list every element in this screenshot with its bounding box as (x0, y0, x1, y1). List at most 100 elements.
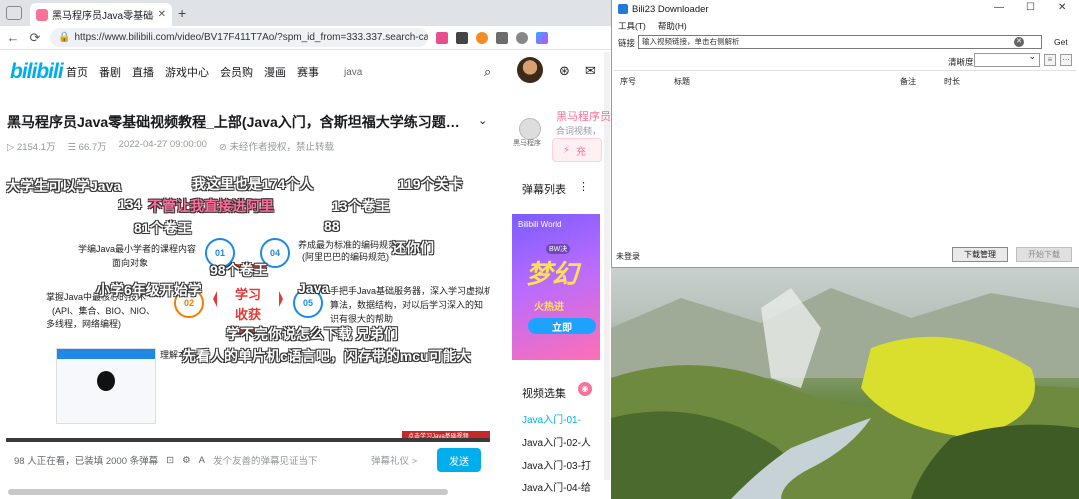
online-count: 98 人正在看，已装填 2000 条弹幕 (14, 456, 159, 467)
uploader-avatar[interactable] (519, 118, 541, 140)
extension-icon[interactable] (456, 31, 468, 44)
danmaku-toggle-icon[interactable]: ⊡ (166, 455, 174, 466)
bilibili-logo[interactable]: bilibili (10, 60, 66, 84)
slide-text: 多线程，网络编程) (46, 319, 121, 329)
tab-actions-icon[interactable] (6, 6, 22, 20)
download-manager-button[interactable]: 下载管理 (952, 247, 1008, 262)
extension-icon[interactable] (496, 31, 508, 44)
column-duration: 时长 (944, 77, 960, 86)
danmaku-comment: 81个卷王 (134, 220, 192, 236)
back-icon[interactable]: ← (6, 30, 20, 45)
danmaku-comment: Java (298, 280, 330, 296)
address-bar: ← ⟳ 🔒 https://www.bilibili.com/video/BV1… (0, 26, 611, 50)
slide-text: 学编Java最小学者的课程内容 (78, 244, 197, 254)
refresh-icon[interactable]: ⟳ (28, 30, 42, 46)
login-status: 未登录 (616, 252, 640, 261)
downloader-window: Bili23 Downloader — ☐ ✕ 工具(T) 帮助(H) 链接 输… (611, 0, 1079, 268)
slide-text: 手把手Java基础服务器，深入学习虚拟机， (330, 286, 490, 296)
search-icon[interactable]: ⌕ (484, 64, 491, 80)
minimize-icon[interactable]: — (994, 2, 1004, 13)
search-input[interactable]: java (344, 67, 484, 78)
ad-subline: 火热进 (534, 302, 564, 313)
ad-cta-button[interactable]: 立即 (528, 318, 596, 334)
player-progress-bar[interactable] (6, 438, 490, 442)
publish-date: 2022-04-27 09:00:00 (118, 139, 207, 150)
episode-item[interactable]: Java入门-04-给 (522, 479, 602, 494)
video-list[interactable]: 序号 标题 备注 时长 (614, 70, 1076, 244)
column-title: 标题 (674, 77, 690, 86)
tab-bar: 黑马程序员Java零基础视频 ✕ + (0, 0, 611, 26)
desktop-wallpaper (611, 268, 1079, 499)
menu-tools[interactable]: 工具(T) (618, 20, 646, 32)
copilot-icon[interactable] (536, 31, 548, 44)
view-count: ▷ 2154.1万 (7, 142, 56, 153)
parse-button[interactable]: Get (1054, 37, 1068, 47)
video-player[interactable]: itheima.com 学编Java最小学者的课程内容 面向对象 养成最为标准的… (6, 154, 490, 442)
url-text: https://www.bilibili.com/video/BV17F411T… (74, 32, 428, 43)
danmaku-comment: 134 (118, 196, 142, 212)
quality-select[interactable] (974, 51, 1040, 67)
episode-item[interactable]: Java入门-03-打 (522, 457, 602, 472)
ad-banner[interactable]: Bilibili World BW决 梦幻 火热进 立即 (512, 214, 600, 360)
nav-anime[interactable]: 番剧 (99, 64, 121, 80)
slide-text: (阿里巴巴的编码规范) (302, 252, 389, 262)
app-icon (618, 4, 628, 14)
chevron-down-icon[interactable]: ⌄ (478, 114, 487, 127)
new-tab-icon[interactable]: + (178, 5, 186, 21)
horizontal-scrollbar[interactable] (8, 489, 448, 495)
info-icon[interactable]: ≡ (1044, 54, 1056, 66)
extension-icon[interactable] (436, 31, 448, 44)
quality-label: 清晰度 (948, 57, 974, 67)
tab-close-icon[interactable]: ✕ (158, 9, 166, 20)
vip-icon[interactable]: ⊛ (559, 63, 570, 79)
extension-icon[interactable] (476, 31, 488, 44)
episodes-title: 视频选集 (522, 388, 566, 400)
url-field[interactable]: 🔒 https://www.bilibili.com/video/BV17F41… (50, 28, 428, 47)
user-avatar[interactable] (517, 57, 543, 83)
browser-window: 黑马程序员Java零基础视频 ✕ + ← ⟳ 🔒 https://www.bil… (0, 0, 611, 499)
uploader-name[interactable]: 黑马程序员 (556, 108, 611, 124)
center-label: 学习 (235, 287, 262, 302)
maximize-icon[interactable]: ☐ (1026, 2, 1035, 13)
send-danmaku-button[interactable]: 发送 (437, 448, 481, 472)
danmaku-etiquette-link[interactable]: 弹幕礼仪 > (371, 453, 417, 467)
browser-tab[interactable]: 黑马程序员Java零基础视频 ✕ (30, 3, 172, 26)
nav-home[interactable]: 首页 (66, 64, 88, 80)
menu-bar: 工具(T) 帮助(H) (618, 20, 687, 32)
danmaku-list-title[interactable]: 弹幕列表 (522, 181, 566, 197)
settings-icon[interactable]: ⋯ (1060, 54, 1072, 66)
nav-manga[interactable]: 漫画 (264, 64, 286, 80)
slide-text: (API、集合、BIO、NIO、 (52, 306, 156, 316)
nav-live[interactable]: 直播 (132, 64, 154, 80)
danmaku-comment: 119个关卡 (398, 176, 463, 192)
more-options-icon[interactable]: ⋮ (578, 180, 589, 193)
close-icon[interactable]: ✕ (1058, 2, 1066, 13)
slide-text: 算法，数据结构，对以后学习深入的知 (330, 300, 484, 310)
profile-icon[interactable] (516, 31, 528, 44)
qq-penguin-icon (97, 371, 115, 391)
menu-help[interactable]: 帮助(H) (658, 20, 687, 32)
danmaku-comment: 大学生可以学Java (6, 178, 122, 194)
clear-icon[interactable]: ✕ (1014, 37, 1024, 47)
column-note: 备注 (900, 77, 916, 86)
episode-item[interactable]: Java入门-01- (522, 411, 602, 426)
danmaku-comment: 13个卷王 (332, 198, 390, 214)
video-stats: ▷ 2154.1万 ☰ 66.7万 2022-04-27 09:00:00 ⊘ … (7, 139, 334, 153)
site-header: bilibili 首页 番剧 直播 游戏中心 会员购 漫画 赛事 java ⌕ … (0, 50, 611, 94)
landscape-illustration (611, 288, 1079, 499)
danmaku-comment: 我这里也是174个人 (192, 176, 314, 192)
start-download-button[interactable]: 开始下载 (1016, 247, 1072, 262)
url-input[interactable]: 输入视频链接，单击右侧解析 (638, 35, 1042, 49)
danmaku-input[interactable]: 发个友善的弹幕见证当下 (213, 453, 363, 467)
nav-game-center[interactable]: 游戏中心 (165, 64, 209, 80)
nav-esports[interactable]: 赛事 (297, 64, 319, 80)
bilibili-favicon-icon (36, 8, 48, 21)
episode-item[interactable]: Java入门-02-人 (522, 434, 602, 449)
danmaku-settings-icon[interactable]: ⚙ (182, 455, 191, 466)
font-style-icon[interactable]: A (199, 455, 205, 466)
nav-mall[interactable]: 会员购 (220, 64, 253, 80)
message-icon[interactable]: ✉ (585, 63, 596, 79)
autoplay-icon[interactable]: ◉ (578, 382, 592, 396)
copyright-note: ⊘ 未经作者授权，禁止转载 (218, 142, 335, 153)
charge-button[interactable]: ⚡ 充 (552, 138, 602, 162)
